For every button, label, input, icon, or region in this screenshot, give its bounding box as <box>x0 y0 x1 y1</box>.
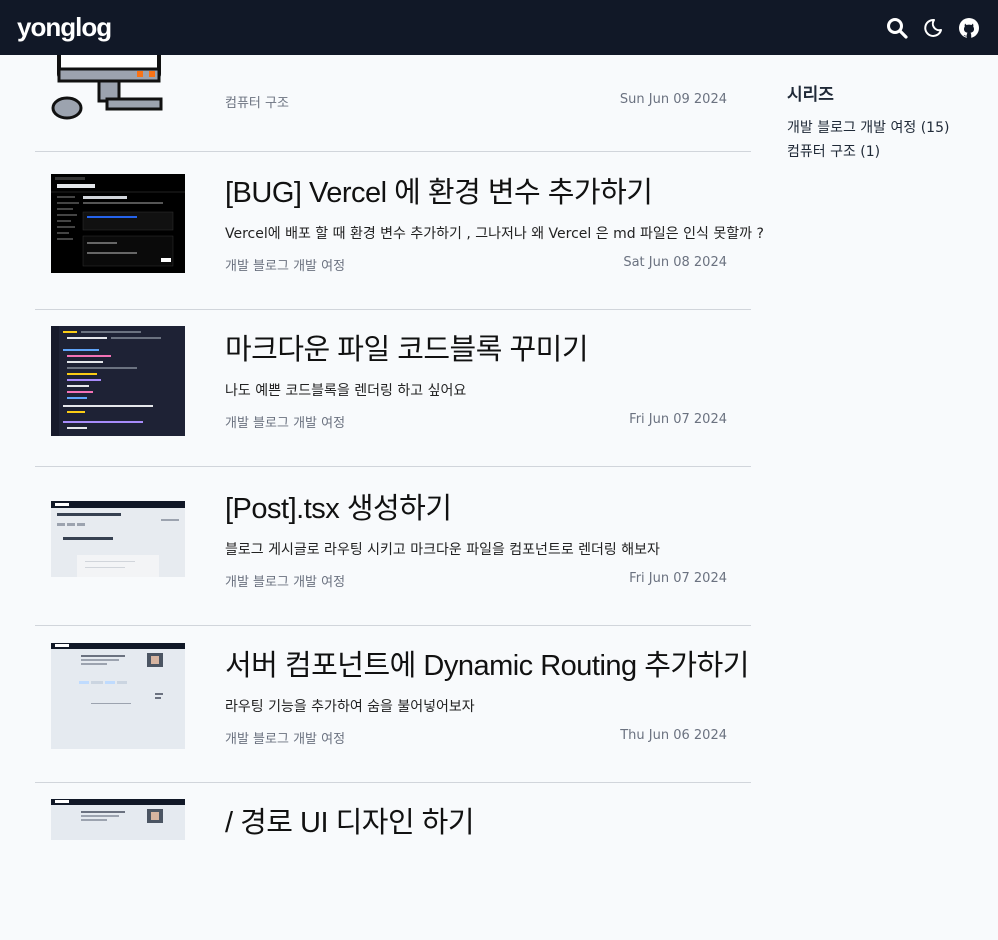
post-date: Thu Jun 06 2024 <box>620 728 727 743</box>
moon-icon[interactable] <box>922 17 944 39</box>
post-date: Fri Jun 07 2024 <box>629 412 727 427</box>
github-icon[interactable] <box>958 17 980 39</box>
site-header: yonglog <box>0 0 998 55</box>
post-meta: 개발 블로그 개발 여정 Fri Jun 07 2024 <box>225 412 727 431</box>
post-thumbnail <box>51 501 185 577</box>
post-card[interactable]: / 경로 UI 디자인 하기 <box>35 783 751 940</box>
sidebar-title: 시리즈 <box>787 85 834 105</box>
site-logo[interactable]: yonglog <box>17 12 112 43</box>
post-meta: 개발 블로그 개발 여정 Thu Jun 06 2024 <box>225 728 727 747</box>
post-title[interactable]: 서버 컴포넌트에 Dynamic Routing 추가하기 <box>225 642 749 684</box>
series-item-blog-dev[interactable]: 개발 블로그 개발 여정 (15) <box>787 116 949 140</box>
post-card[interactable]: 서버 컴포넌트에 Dynamic Routing 추가하기 라우팅 기능을 추가… <box>35 626 751 783</box>
post-title[interactable]: [Post].tsx 생성하기 <box>225 485 727 527</box>
post-date: Sun Jun 09 2024 <box>619 92 727 107</box>
post-category[interactable]: 개발 블로그 개발 여정 <box>225 255 345 274</box>
post-body: 컴퓨터 구조 Sun Jun 09 2024 <box>225 92 727 111</box>
post-category[interactable]: 개발 블로그 개발 여정 <box>225 412 345 431</box>
post-card[interactable]: 마크다운 파일 코드블록 꾸미기 나도 예쁜 코드블록을 렌더링 하고 싶어요 … <box>35 310 751 467</box>
post-thumbnail <box>51 799 185 840</box>
post-title[interactable]: 마크다운 파일 코드블록 꾸미기 <box>225 326 727 368</box>
post-date: Sat Jun 08 2024 <box>623 255 727 270</box>
post-meta: 컴퓨터 구조 Sun Jun 09 2024 <box>225 92 727 111</box>
post-description: 라우팅 기능을 추가하여 숨을 불어넣어보자 <box>225 699 475 715</box>
search-icon[interactable] <box>886 17 908 39</box>
series-sidebar: 시리즈 개발 블로그 개발 여정 (15) 컴퓨터 구조 (1) <box>787 80 949 164</box>
post-body: [BUG] Vercel 에 환경 변수 추가하기 Vercel에 배포 할 때… <box>225 169 764 274</box>
post-body: [Post].tsx 생성하기 블로그 게시글로 라우팅 시키고 마크다운 파일… <box>225 485 727 590</box>
post-meta: 개발 블로그 개발 여정 Fri Jun 07 2024 <box>225 571 727 590</box>
post-thumbnail <box>51 643 185 749</box>
post-body: 서버 컴포넌트에 Dynamic Routing 추가하기 라우팅 기능을 추가… <box>225 642 749 747</box>
post-description: Vercel에 배포 할 때 환경 변수 추가하기 , 그나저나 왜 Verce… <box>225 226 764 242</box>
post-title[interactable]: / 경로 UI 디자인 하기 <box>225 799 727 841</box>
post-body: / 경로 UI 디자인 하기 <box>225 799 727 841</box>
post-body: 마크다운 파일 코드블록 꾸미기 나도 예쁜 코드블록을 렌더링 하고 싶어요 … <box>225 326 727 431</box>
post-category[interactable]: 컴퓨터 구조 <box>225 92 289 111</box>
post-category[interactable]: 개발 블로그 개발 여정 <box>225 571 345 590</box>
post-date: Fri Jun 07 2024 <box>629 571 727 586</box>
post-card[interactable]: [BUG] Vercel 에 환경 변수 추가하기 Vercel에 배포 할 때… <box>35 153 764 310</box>
post-thumbnail <box>51 174 185 273</box>
post-title[interactable]: [BUG] Vercel 에 환경 변수 추가하기 <box>225 169 727 211</box>
header-icons <box>886 17 980 39</box>
post-description: 나도 예쁜 코드블록을 렌더링 하고 싶어요 <box>225 383 467 399</box>
post-meta: 개발 블로그 개발 여정 Sat Jun 08 2024 <box>225 255 727 274</box>
post-card[interactable]: [Post].tsx 생성하기 블로그 게시글로 라우팅 시키고 마크다운 파일… <box>35 469 751 626</box>
post-category[interactable]: 개발 블로그 개발 여정 <box>225 728 345 747</box>
post-thumbnail <box>51 326 185 436</box>
series-item-computer-arch[interactable]: 컴퓨터 구조 (1) <box>787 140 949 164</box>
post-description: 블로그 게시글로 라우팅 시키고 마크다운 파일을 컴포넌트로 렌더링 해보자 <box>225 542 660 558</box>
